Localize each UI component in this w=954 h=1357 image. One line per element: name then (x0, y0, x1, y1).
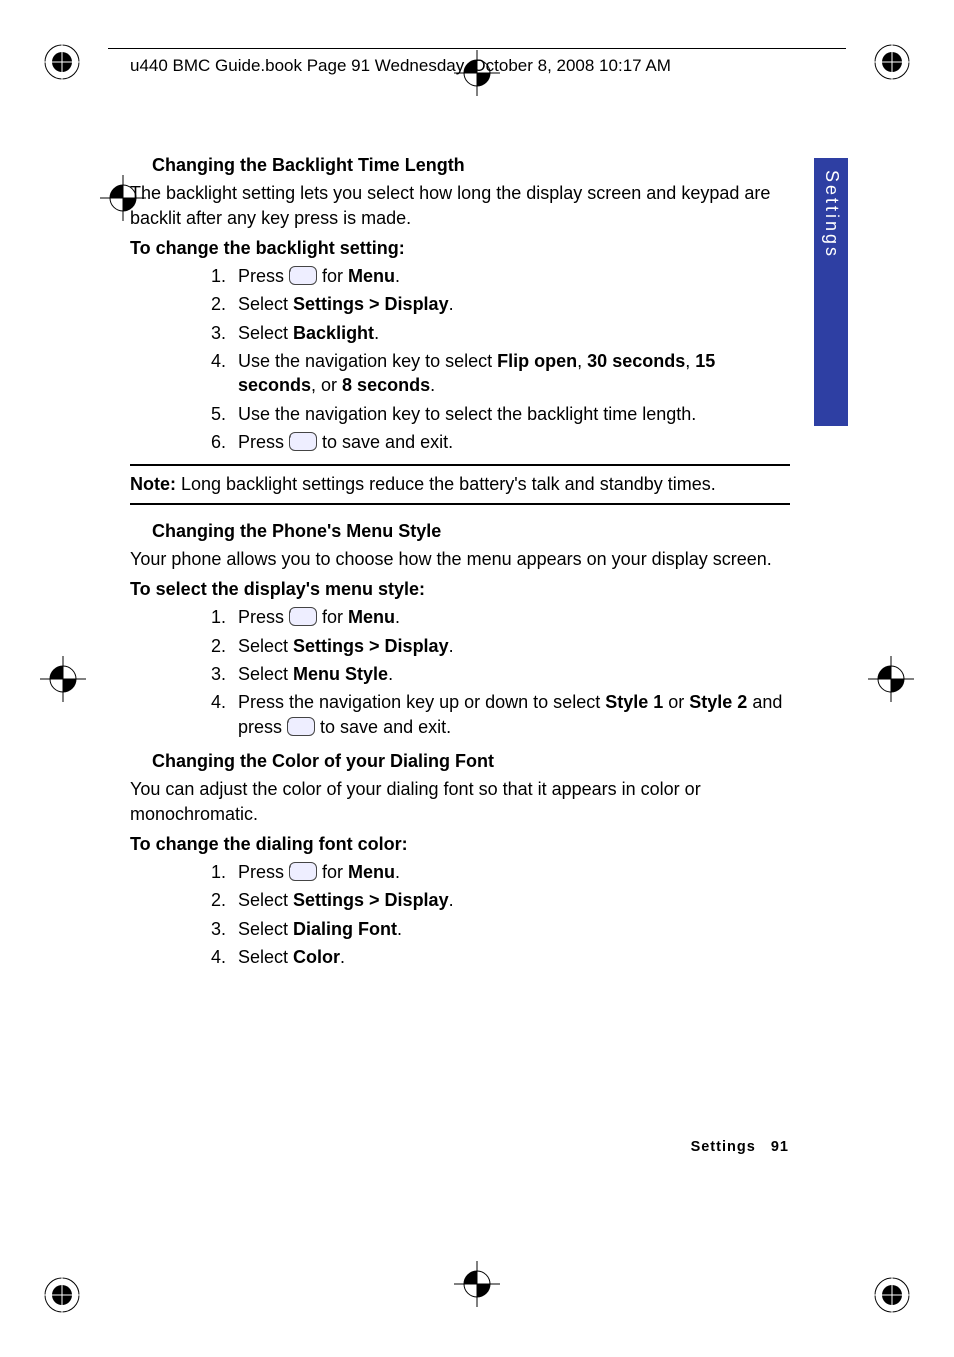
step-item: 2.Select Settings > Display. (200, 888, 790, 912)
section-intro: You can adjust the color of your dialing… (130, 777, 790, 826)
menu-ok-button-icon (289, 432, 317, 451)
procedure-title: To select the display's menu style: (130, 577, 790, 601)
step-item: 2.Select Settings > Display. (200, 292, 790, 316)
step-item: 4.Select Color. (200, 945, 790, 969)
menu-ok-button-icon (289, 266, 317, 285)
crop-mark-icon (42, 1275, 82, 1315)
menu-ok-button-icon (289, 862, 317, 881)
step-item: 4.Press the navigation key up or down to… (200, 690, 790, 739)
step-item: 4.Use the navigation key to select Flip … (200, 349, 790, 398)
note-label: Note: (130, 474, 176, 494)
note-text: Long backlight settings reduce the batte… (176, 474, 716, 494)
section-title-menustyle: Changing the Phone's Menu Style (152, 519, 790, 543)
step-item: 3.Select Dialing Font. (200, 917, 790, 941)
registration-mark-icon (40, 656, 86, 702)
step-item: 1.Press for Menu. (200, 605, 790, 629)
section-intro: Your phone allows you to choose how the … (130, 547, 790, 571)
running-header: u440 BMC Guide.book Page 91 Wednesday, O… (130, 56, 671, 76)
crop-mark-icon (872, 1275, 912, 1315)
step-item: 3.Select Backlight. (200, 321, 790, 345)
section-title-dialcolor: Changing the Color of your Dialing Font (152, 749, 790, 773)
registration-mark-icon (868, 656, 914, 702)
step-item: 3.Select Menu Style. (200, 662, 790, 686)
step-item: 6.Press to save and exit. (200, 430, 790, 454)
step-item: 1.Press for Menu. (200, 264, 790, 288)
header-rule (108, 48, 846, 49)
step-item: 2.Select Settings > Display. (200, 634, 790, 658)
crop-mark-icon (872, 42, 912, 82)
footer-page-number: 91 (771, 1139, 789, 1155)
section-intro: The backlight setting lets you select ho… (130, 181, 790, 230)
footer-section: Settings (691, 1139, 756, 1155)
procedure-title: To change the dialing font color: (130, 832, 790, 856)
side-tab: Settings (814, 158, 848, 426)
note-block: Note: Long backlight settings reduce the… (130, 464, 790, 504)
menu-ok-button-icon (287, 717, 315, 736)
crop-mark-icon (42, 42, 82, 82)
page-content: Changing the Backlight Time Length The b… (130, 145, 790, 979)
section-title-backlight: Changing the Backlight Time Length (152, 153, 790, 177)
menu-ok-button-icon (289, 607, 317, 626)
procedure-title: To change the backlight setting: (130, 236, 790, 260)
registration-mark-icon (454, 1261, 500, 1307)
page-footer: Settings 91 (691, 1139, 789, 1155)
side-tab-label: Settings (821, 170, 842, 259)
step-item: 1.Press for Menu. (200, 860, 790, 884)
step-item: 5.Use the navigation key to select the b… (200, 402, 790, 426)
